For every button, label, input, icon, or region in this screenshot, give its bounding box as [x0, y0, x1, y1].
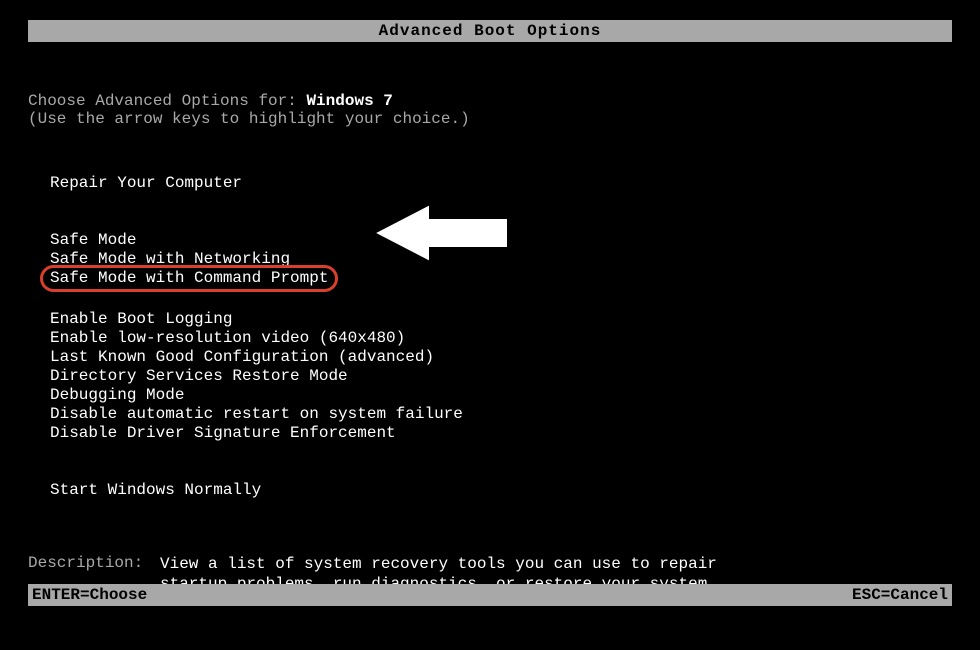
- option-disable-driver-signature[interactable]: Disable Driver Signature Enforcement: [50, 424, 952, 443]
- boot-screen: Advanced Boot Options Choose Advanced Op…: [28, 20, 952, 594]
- option-disable-auto-restart[interactable]: Disable automatic restart on system fail…: [50, 405, 952, 424]
- prompt-hint: (Use the arrow keys to highlight your ch…: [28, 110, 952, 128]
- os-name: Windows 7: [306, 92, 392, 110]
- description-line-1: View a list of system recovery tools you…: [160, 554, 717, 574]
- prompt-line: Choose Advanced Options for: Windows 7: [28, 92, 952, 110]
- option-directory-services-restore[interactable]: Directory Services Restore Mode: [50, 367, 952, 386]
- option-debugging-mode[interactable]: Debugging Mode: [50, 386, 952, 405]
- option-low-resolution-video[interactable]: Enable low-resolution video (640x480): [50, 329, 952, 348]
- footer-bar: ENTER=Choose ESC=Cancel: [28, 584, 952, 606]
- footer-esc-hint: ESC=Cancel: [852, 584, 948, 606]
- option-safe-mode-cmd-label: Safe Mode with Command Prompt: [50, 269, 328, 287]
- option-safe-mode[interactable]: Safe Mode: [50, 231, 952, 250]
- content-area: Choose Advanced Options for: Windows 7 (…: [28, 42, 952, 594]
- option-safe-mode-networking[interactable]: Safe Mode with Networking: [50, 250, 952, 269]
- title-bar: Advanced Boot Options: [28, 20, 952, 42]
- option-last-known-good[interactable]: Last Known Good Configuration (advanced): [50, 348, 952, 367]
- option-repair-computer[interactable]: Repair Your Computer: [50, 174, 952, 193]
- footer-enter-hint: ENTER=Choose: [32, 584, 147, 606]
- options-list: Repair Your Computer Safe Mode Safe Mode…: [50, 174, 952, 500]
- option-start-windows-normally[interactable]: Start Windows Normally: [50, 481, 952, 500]
- option-enable-boot-logging[interactable]: Enable Boot Logging: [50, 310, 952, 329]
- prompt-label: Choose Advanced Options for:: [28, 92, 297, 110]
- option-safe-mode-command-prompt[interactable]: Safe Mode with Command Prompt: [50, 269, 952, 288]
